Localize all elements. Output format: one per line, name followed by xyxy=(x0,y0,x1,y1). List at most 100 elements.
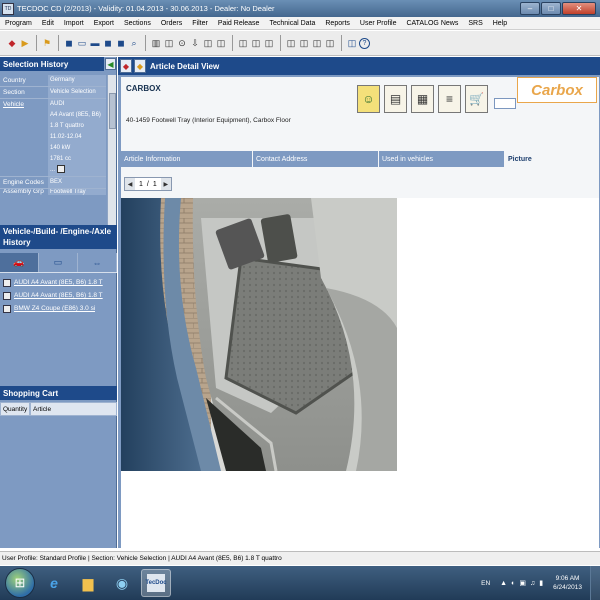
info-icon[interactable]: ◫ xyxy=(346,36,358,50)
tecdoc-taskbar-button[interactable]: TecDoc xyxy=(141,569,171,597)
search-icon[interactable]: ⌕ xyxy=(128,36,140,50)
vehicle-details-icon[interactable] xyxy=(3,304,11,313)
menu-paid-release[interactable]: Paid Release xyxy=(213,20,265,27)
selection-row-vehicle[interactable]: Vehicle AUDI A4 Avant (8E5, B6) 1.8 T qu… xyxy=(0,99,106,177)
help-icon[interactable]: ? xyxy=(359,37,370,49)
maximize-button[interactable]: □ xyxy=(541,2,561,15)
image-icon[interactable]: ◫ xyxy=(202,36,214,50)
menu-filter[interactable]: Filter xyxy=(187,20,213,27)
media-player-icon[interactable]: ◉ xyxy=(107,569,137,597)
shopping-cart-panel: Shopping Cart Quantity Article xyxy=(0,386,117,416)
vehicle-link[interactable]: AUDI A4 Avant (8E5, B6) 1.8 T xyxy=(14,292,103,299)
vehicle-icon[interactable]: ◼ xyxy=(63,36,75,50)
table-icon[interactable]: ◫ xyxy=(263,36,275,50)
show-desktop-button[interactable] xyxy=(590,566,600,600)
user-icon[interactable]: ⚑ xyxy=(41,36,53,50)
parts-icon[interactable]: ◼ xyxy=(115,36,127,50)
axle-icon[interactable]: ▬ xyxy=(89,36,101,50)
forward-icon[interactable]: ▶ xyxy=(19,36,31,50)
back-icon[interactable]: ◆ xyxy=(120,59,132,73)
minimize-button[interactable]: – xyxy=(520,2,540,15)
vehicle-details-icon[interactable] xyxy=(3,278,11,287)
show-hidden-icons-icon[interactable]: ▲ xyxy=(500,580,507,587)
cart-column-article[interactable]: Article xyxy=(30,402,117,416)
compare-icon[interactable]: ◫ xyxy=(250,36,262,50)
menu-srs[interactable]: SRS xyxy=(463,20,487,27)
tab-article-information[interactable]: Article Information xyxy=(121,151,253,167)
settings-icon[interactable]: ◫ xyxy=(324,36,336,50)
print-icon[interactable]: ◫ xyxy=(298,36,310,50)
shopping-cart-icon[interactable]: 🛒 xyxy=(465,85,488,113)
edit-icon[interactable]: ◫ xyxy=(237,36,249,50)
tab-car-icon[interactable]: 🚗 xyxy=(0,253,39,272)
volume-icon[interactable]: ♫ xyxy=(530,580,535,587)
tab-axle-icon[interactable]: ⇔ xyxy=(78,253,117,272)
file-explorer-icon[interactable]: ▆ xyxy=(73,569,103,597)
vehicle-details-icon[interactable] xyxy=(3,291,11,300)
truck-icon[interactable]: ▭ xyxy=(76,36,88,50)
back-icon[interactable]: ◆ xyxy=(6,36,18,50)
close-button[interactable]: ✕ xyxy=(562,2,596,15)
engine-icon[interactable]: ◼ xyxy=(102,36,114,50)
menu-export[interactable]: Export xyxy=(89,20,119,27)
vehicle-link[interactable]: BMW Z4 Coupe (E86) 3.0 si xyxy=(14,305,95,312)
toolbar-separator xyxy=(145,35,146,51)
menu-technical-data[interactable]: Technical Data xyxy=(264,20,320,27)
previous-page-icon[interactable]: ◀ xyxy=(125,178,135,190)
toolbar: ◆ ▶ ⚑ ◼ ▭ ▬ ◼ ◼ ⌕ ▥ ◫ ⊙ ⇩ ◫ ◫ ◫ ◫ ◫ ◫ ◫ … xyxy=(0,31,600,56)
document-icon[interactable]: ◫ xyxy=(215,36,227,50)
selection-history-scrollbar[interactable] xyxy=(107,75,116,227)
selection-row-section[interactable]: Section Vehicle Selection xyxy=(0,87,106,99)
selection-label-link[interactable]: Vehicle xyxy=(0,99,48,176)
next-page-icon[interactable]: ▶ xyxy=(160,178,171,190)
details-icon[interactable] xyxy=(56,165,65,174)
tab-contact-address[interactable]: Contact Address xyxy=(253,151,379,167)
menu-program[interactable]: Program xyxy=(0,20,37,27)
report-icon[interactable]: ◫ xyxy=(311,36,323,50)
toolbar-separator xyxy=(36,35,37,51)
network-icon[interactable]: ▣ xyxy=(519,579,526,587)
menu-edit[interactable]: Edit xyxy=(37,20,59,27)
print-icon[interactable]: ▦ xyxy=(411,85,434,113)
clock-time: 9:06 AM xyxy=(555,575,580,582)
list-icon[interactable]: ▥ xyxy=(150,36,162,50)
clock[interactable]: 9:06 AM 6/24/2013 xyxy=(553,574,582,592)
tab-truck-icon[interactable]: ▭ xyxy=(39,253,78,272)
menu-user-profile[interactable]: User Profile xyxy=(355,20,402,27)
vehicle-link[interactable]: AUDI A4 Avant (8E5, B6) 1.8 T xyxy=(14,279,103,286)
collapse-panel-icon[interactable]: ◀ xyxy=(105,58,116,70)
internet-explorer-icon[interactable]: e xyxy=(39,569,69,597)
selection-row-country[interactable]: Country Germany xyxy=(0,75,106,87)
menu-catalog-news[interactable]: CATALOG News xyxy=(401,20,463,27)
forward-icon[interactable]: ◆ xyxy=(134,59,146,73)
menu-reports[interactable]: Reports xyxy=(320,20,355,27)
cart-column-quantity[interactable]: Quantity xyxy=(0,402,30,416)
scrollbar-thumb[interactable] xyxy=(109,93,116,129)
download-icon[interactable]: ⇩ xyxy=(189,36,201,50)
tab-picture[interactable]: Picture xyxy=(505,151,599,167)
contact-person-icon[interactable]: ☺ xyxy=(357,85,380,113)
value-line: 1781 cc xyxy=(50,156,72,162)
menu-import[interactable]: Import xyxy=(59,20,89,27)
quantity-input[interactable] xyxy=(494,98,516,109)
language-indicator[interactable]: EN xyxy=(481,580,490,587)
system-tray: EN ▲ ◐ ▣ ♫ ▮ 9:06 AM 6/24/2013 xyxy=(481,566,600,600)
export-icon[interactable]: ◫ xyxy=(285,36,297,50)
catalog-icon[interactable]: ◫ xyxy=(163,36,175,50)
vehicle-history-title: Vehicle-/Build- /Engine-/Axle History xyxy=(0,225,117,249)
bluetooth-icon[interactable]: ◐ xyxy=(511,580,515,587)
document-list-icon[interactable]: ▤ xyxy=(384,85,407,113)
battery-icon[interactable]: ▮ xyxy=(539,579,543,587)
add-to-list-icon[interactable]: ≡ xyxy=(438,85,461,113)
list-item[interactable]: AUDI A4 Avant (8E5, B6) 1.8 T xyxy=(0,276,117,289)
list-item[interactable]: AUDI A4 Avant (8E5, B6) 1.8 T xyxy=(0,289,117,302)
tab-used-in-vehicles[interactable]: Used in vehicles xyxy=(379,151,505,167)
selection-row-engine-codes[interactable]: Engine Codes BEX xyxy=(0,177,106,189)
list-item[interactable]: BMW Z4 Coupe (E86) 3.0 si xyxy=(0,302,117,315)
selection-row-assembly-group[interactable]: Assembly Grp Footwell Tray xyxy=(0,189,106,195)
clock-icon[interactable]: ⊙ xyxy=(176,36,188,50)
start-button[interactable]: ⊞ xyxy=(5,568,35,598)
menu-sections[interactable]: Sections xyxy=(119,20,156,27)
menu-orders[interactable]: Orders xyxy=(156,20,187,27)
menu-help[interactable]: Help xyxy=(488,20,512,27)
